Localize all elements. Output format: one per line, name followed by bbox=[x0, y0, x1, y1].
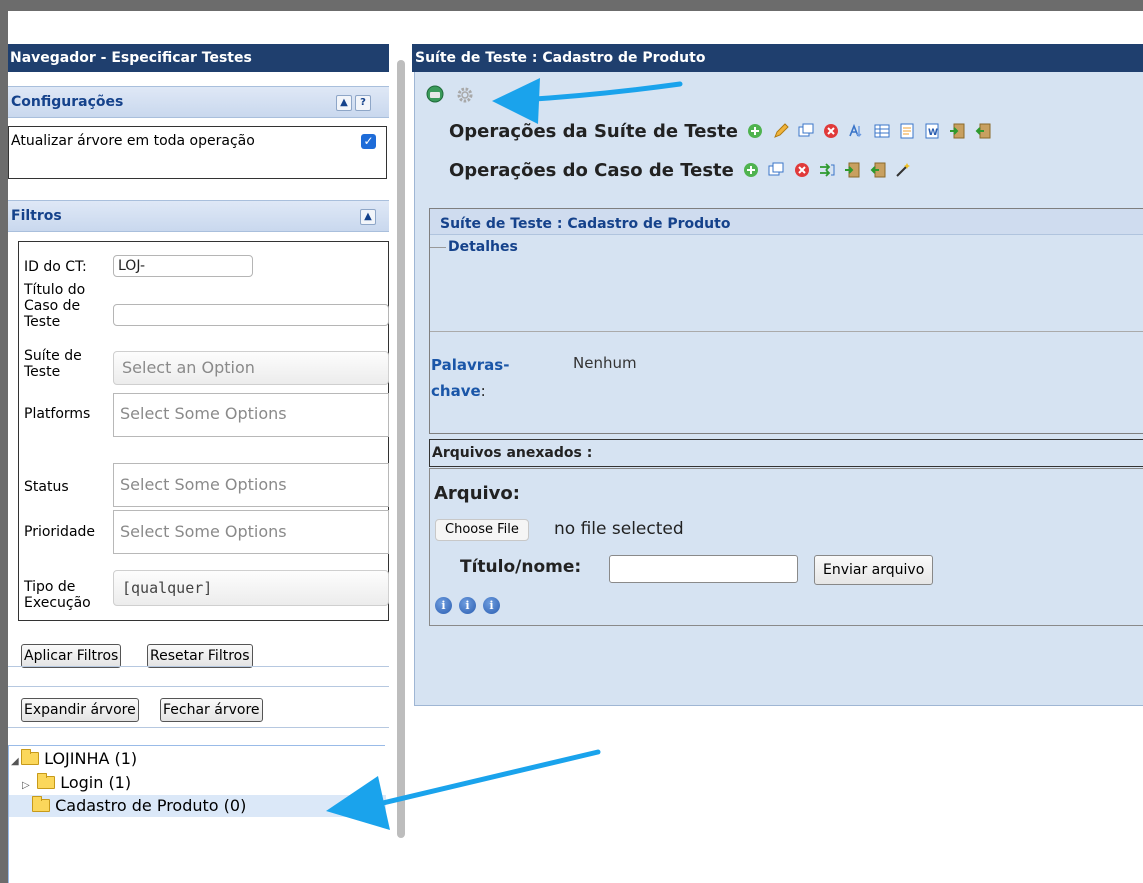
suite-operations-row: Operações da Suíte de Teste W bbox=[449, 120, 991, 144]
tc-title-input[interactable] bbox=[113, 304, 389, 326]
help-config-button[interactable]: ? bbox=[355, 95, 371, 111]
update-tree-label: Atualizar árvore em toda operação bbox=[11, 133, 255, 149]
tree-node-login[interactable]: ▷ Login (1) bbox=[22, 772, 131, 794]
magic-wand-icon[interactable] bbox=[895, 162, 911, 178]
import-icon[interactable] bbox=[949, 123, 965, 139]
title-name-label: Título/nome: bbox=[460, 557, 582, 577]
keywords-label: Palavras- chave: bbox=[431, 352, 509, 404]
filters-form: ID do CT: LOJ- Título do Caso de Teste S… bbox=[18, 241, 389, 621]
filters-section-title: Filtros bbox=[11, 208, 62, 224]
collapse-tree-button[interactable]: Fechar árvore bbox=[160, 698, 263, 722]
exec-type-label: Tipo de Execução bbox=[24, 579, 91, 611]
tree-node-label: Login (1) bbox=[60, 773, 132, 792]
collapse-config-button[interactable]: ▲ bbox=[336, 95, 352, 111]
filters-section-header[interactable]: Filtros ▲ bbox=[8, 200, 389, 232]
details-label: Detalhes bbox=[448, 239, 518, 255]
copy-icon[interactable] bbox=[798, 123, 814, 139]
exec-type-select[interactable]: [qualquer] bbox=[113, 570, 389, 606]
info-icon[interactable]: i bbox=[483, 597, 500, 614]
window-top-border bbox=[0, 0, 1143, 11]
edit-pencil-icon[interactable] bbox=[773, 123, 789, 139]
word-doc-icon[interactable]: W bbox=[924, 123, 940, 139]
suite-title: Suíte de Teste : Cadastro de Produto bbox=[412, 44, 1143, 72]
tree-node-root[interactable]: ◢ LOJINHA (1) bbox=[11, 748, 137, 770]
update-tree-checkbox[interactable]: ✓ bbox=[361, 134, 376, 149]
tree-expanded-icon[interactable]: ◢ bbox=[11, 751, 21, 773]
refresh-icon[interactable] bbox=[425, 84, 445, 104]
tc-id-label: ID do CT: bbox=[24, 259, 87, 275]
sort-icon[interactable] bbox=[848, 123, 864, 139]
app-window: Navegador - Especificar Testes Configura… bbox=[0, 0, 1143, 883]
suite-details-box: Suíte de Teste : Cadastro de Produto Det… bbox=[429, 208, 1143, 434]
keywords-label-line2: chave bbox=[431, 382, 481, 400]
keywords-label-line1: Palavras- bbox=[431, 356, 510, 374]
tc-id-input[interactable]: LOJ- bbox=[113, 255, 253, 277]
divider bbox=[8, 666, 389, 667]
attachments-title: Arquivos anexados : bbox=[429, 439, 1143, 467]
add-icon[interactable] bbox=[743, 162, 759, 178]
case-operations-row: Operações do Caso de Teste bbox=[449, 159, 911, 183]
export-icon[interactable] bbox=[975, 123, 991, 139]
info-icon[interactable]: i bbox=[459, 597, 476, 614]
delete-icon[interactable] bbox=[823, 123, 839, 139]
window-left-border bbox=[0, 11, 8, 883]
priority-multiselect[interactable]: Select Some Options bbox=[113, 510, 389, 554]
file-label: Arquivo: bbox=[434, 483, 520, 504]
tree-collapsed-icon[interactable]: ▷ bbox=[22, 775, 32, 797]
export-icon[interactable] bbox=[870, 162, 886, 178]
suite-select[interactable]: Select an Option bbox=[113, 351, 389, 385]
tree-node-label: Cadastro de Produto (0) bbox=[55, 796, 247, 815]
platforms-multiselect[interactable]: Select Some Options bbox=[113, 393, 389, 437]
svg-text:W: W bbox=[928, 128, 938, 138]
tree-node-label: LOJINHA (1) bbox=[44, 749, 138, 768]
platforms-label: Platforms bbox=[24, 406, 91, 422]
attachments-box: Arquivo: Choose File no file selected Tí… bbox=[429, 468, 1143, 626]
reset-filters-button[interactable]: Resetar Filtros bbox=[147, 644, 253, 668]
info-icon[interactable]: i bbox=[435, 597, 452, 614]
expand-tree-button[interactable]: Expandir árvore bbox=[21, 698, 139, 722]
collapse-filters-button[interactable]: ▲ bbox=[360, 209, 376, 225]
navigator-panel: Navegador - Especificar Testes Configura… bbox=[8, 44, 389, 883]
table-icon[interactable] bbox=[874, 123, 890, 139]
gear-icon[interactable] bbox=[455, 85, 475, 105]
apply-filters-button[interactable]: Aplicar Filtros bbox=[21, 644, 122, 668]
navigator-title: Navegador - Especificar Testes bbox=[8, 44, 389, 72]
suite-details-title: Suíte de Teste : Cadastro de Produto bbox=[430, 209, 1143, 235]
keywords-colon: : bbox=[480, 382, 486, 400]
suite-operations-label: Operações da Suíte de Teste bbox=[449, 121, 738, 142]
no-file-text: no file selected bbox=[554, 519, 684, 539]
keywords-value: Nenhum bbox=[573, 354, 637, 372]
status-label: Status bbox=[24, 479, 69, 495]
config-section-title: Configurações bbox=[11, 94, 124, 110]
report-icon[interactable] bbox=[899, 123, 915, 139]
test-tree: ◢ LOJINHA (1) ▷ Login (1) Cadastro de Pr… bbox=[8, 745, 386, 883]
panel-splitter[interactable] bbox=[397, 60, 405, 838]
folder-icon bbox=[37, 773, 56, 789]
delete-icon[interactable] bbox=[794, 162, 810, 178]
folder-open-icon bbox=[21, 749, 39, 765]
case-operations-label: Operações do Caso de Teste bbox=[449, 160, 734, 181]
choose-file-button[interactable]: Choose File bbox=[435, 519, 529, 541]
title-name-input[interactable] bbox=[609, 555, 798, 583]
divider bbox=[430, 331, 1143, 332]
priority-label: Prioridade bbox=[24, 524, 96, 540]
config-box: Atualizar árvore em toda operação ✓ bbox=[8, 126, 387, 179]
suite-label: Suíte de Teste bbox=[24, 348, 82, 380]
tc-title-label: Título do Caso de Teste bbox=[24, 282, 86, 330]
folder-icon bbox=[32, 796, 50, 812]
config-section-header[interactable]: Configurações ▲ ? bbox=[8, 86, 389, 118]
move-icon[interactable] bbox=[819, 162, 835, 178]
copy-icon[interactable] bbox=[768, 162, 784, 178]
divider bbox=[8, 686, 389, 687]
divider bbox=[8, 727, 389, 728]
fieldset-line bbox=[430, 247, 446, 248]
tree-node-cadastro[interactable]: Cadastro de Produto (0) bbox=[9, 795, 386, 817]
suite-content: Operações da Suíte de Teste W Operações … bbox=[414, 72, 1143, 706]
status-multiselect[interactable]: Select Some Options bbox=[113, 463, 389, 507]
add-icon[interactable] bbox=[747, 123, 763, 139]
import-icon[interactable] bbox=[844, 162, 860, 178]
send-file-button[interactable]: Enviar arquivo bbox=[814, 555, 934, 585]
